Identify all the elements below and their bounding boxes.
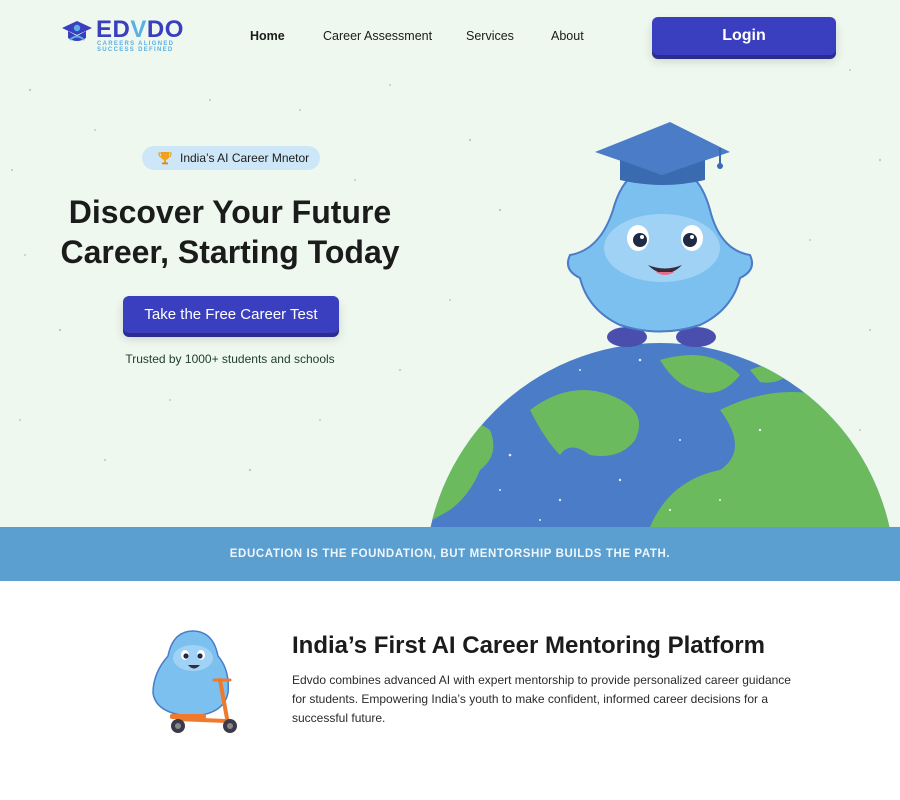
hero-headline-line1: Discover Your Future [68, 194, 392, 230]
about-title: India’s First AI Career Mentoring Platfo… [292, 632, 765, 659]
hero-headline: Discover Your Future Career, Starting To… [40, 192, 420, 272]
hero-badge: India’s AI Career Mnetor [142, 146, 320, 170]
login-button[interactable]: Login [652, 17, 836, 55]
brand-logo[interactable]: EDVDO CAREERS ALIGNED SUCCESS DEFINED [60, 16, 183, 53]
take-career-test-button[interactable]: Take the Free Career Test [123, 296, 339, 333]
mentorship-banner: EDUCATION IS THE FOUNDATION, BUT MENTORS… [0, 527, 900, 581]
mascot-scooter-illustration [152, 630, 237, 733]
about-description: Edvdo combines advanced AI with expert m… [292, 673, 791, 725]
nav-home-link[interactable]: Home [250, 29, 285, 43]
graduation-cap-icon [595, 122, 730, 175]
top-navigation: EDVDO CAREERS ALIGNED SUCCESS DEFINED Ho… [0, 0, 900, 72]
nav-about-link[interactable]: About [551, 29, 584, 43]
hero-section: EDVDO CAREERS ALIGNED SUCCESS DEFINED Ho… [0, 0, 900, 527]
trophy-icon [158, 152, 172, 165]
trusted-by-text: Trusted by 1000+ students and schools [125, 352, 335, 366]
banner-text: EDUCATION IS THE FOUNDATION, BUT MENTORS… [229, 548, 671, 560]
hero-badge-text: India’s AI Career Mnetor [180, 151, 310, 165]
hero-headline-line2: Career, Starting Today [60, 234, 400, 270]
nav-services-link[interactable]: Services [466, 29, 514, 43]
graduation-cap-logo-icon [62, 21, 92, 41]
brand-tagline-2: SUCCESS DEFINED [97, 47, 174, 53]
nav-career-assessment-link[interactable]: Career Assessment [323, 29, 432, 43]
brand-wordmark: EDVDO [96, 16, 184, 43]
mascot-on-globe-illustration [425, 122, 895, 527]
